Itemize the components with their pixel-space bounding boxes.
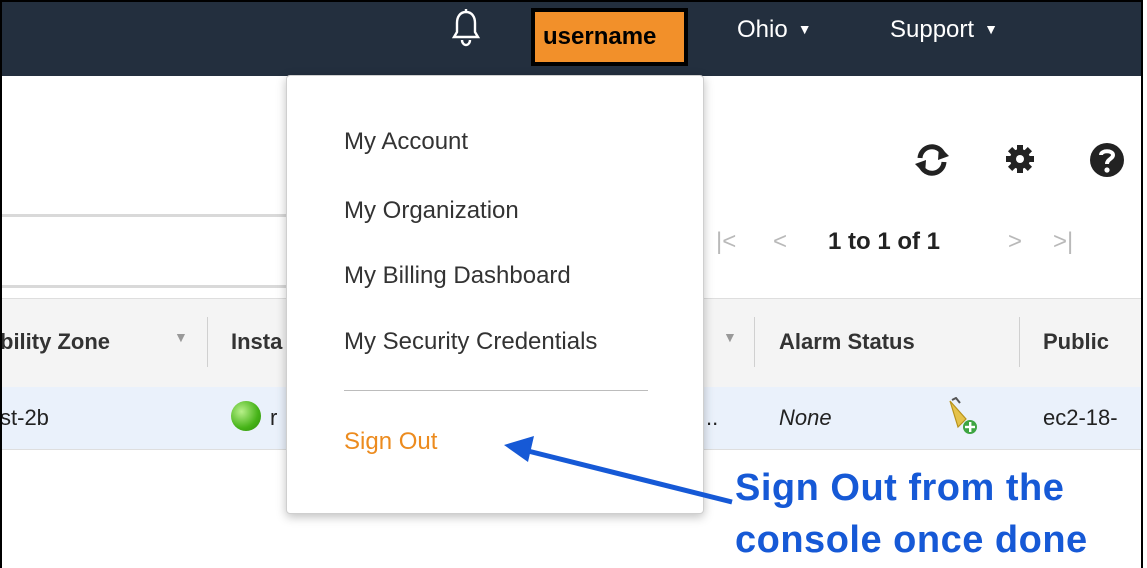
- user-account-menu-button[interactable]: username: [531, 8, 688, 66]
- annotation-arrow: [504, 436, 733, 505]
- console-window: username Ohio ▼ Support ▼ |< < 1 to 1 of…: [0, 0, 1143, 568]
- running-status-icon: [231, 401, 261, 431]
- support-label: Support: [890, 16, 975, 43]
- menu-divider: [344, 390, 648, 391]
- annotation-text-line-1: Sign Out from the: [735, 467, 1065, 509]
- gear-icon[interactable]: [1005, 144, 1035, 174]
- region-label: Ohio: [737, 16, 788, 43]
- cell-instance-state: r: [270, 405, 278, 430]
- chevron-down-icon: ▼: [797, 21, 812, 37]
- pagination-range: 1 to 1 of 1: [828, 228, 941, 255]
- sort-caret-icon[interactable]: ▼: [174, 329, 188, 345]
- menu-item-my-billing-dashboard[interactable]: My Billing Dashboard: [344, 262, 571, 290]
- column-header-public-dns[interactable]: Public: [1043, 329, 1109, 355]
- add-alarm-icon[interactable]: [944, 397, 978, 437]
- column-header-availability-zone[interactable]: bility Zone: [2, 329, 110, 355]
- bell-icon[interactable]: [451, 8, 481, 48]
- sort-caret-icon[interactable]: ▼: [723, 329, 737, 345]
- top-nav-bar: username Ohio ▼ Support ▼: [2, 2, 1141, 76]
- annotation-text-line-2: console once done: [735, 519, 1088, 561]
- menu-item-my-security-credentials[interactable]: My Security Credentials: [344, 328, 597, 356]
- next-page-button[interactable]: >: [1008, 228, 1022, 268]
- cell-truncated-text: ..: [706, 405, 719, 430]
- chevron-down-icon: ▼: [984, 21, 998, 37]
- column-divider[interactable]: [1019, 317, 1020, 367]
- cell-public-dns: ec2-18-: [1043, 405, 1118, 430]
- sign-out-menu-item[interactable]: Sign Out: [344, 428, 437, 456]
- cell-availability-zone: st-2b: [0, 405, 49, 430]
- filter-search-input[interactable]: [2, 214, 292, 288]
- help-icon[interactable]: [1089, 142, 1125, 178]
- column-header-instance-state[interactable]: Insta: [231, 329, 282, 355]
- menu-item-my-account[interactable]: My Account: [344, 128, 468, 156]
- previous-page-button[interactable]: <: [773, 228, 787, 268]
- refresh-icon[interactable]: [912, 140, 952, 180]
- last-page-button[interactable]: >|: [1053, 228, 1073, 268]
- column-divider[interactable]: [207, 317, 208, 367]
- column-divider[interactable]: [754, 317, 755, 367]
- support-menu[interactable]: Support ▼: [890, 16, 998, 44]
- menu-item-my-organization[interactable]: My Organization: [344, 197, 519, 225]
- username-label: username: [543, 23, 657, 50]
- column-header-alarm-status[interactable]: Alarm Status: [779, 329, 915, 355]
- first-page-button[interactable]: |<: [716, 228, 736, 268]
- region-selector[interactable]: Ohio ▼: [737, 16, 812, 44]
- cell-alarm-status: None: [779, 405, 832, 430]
